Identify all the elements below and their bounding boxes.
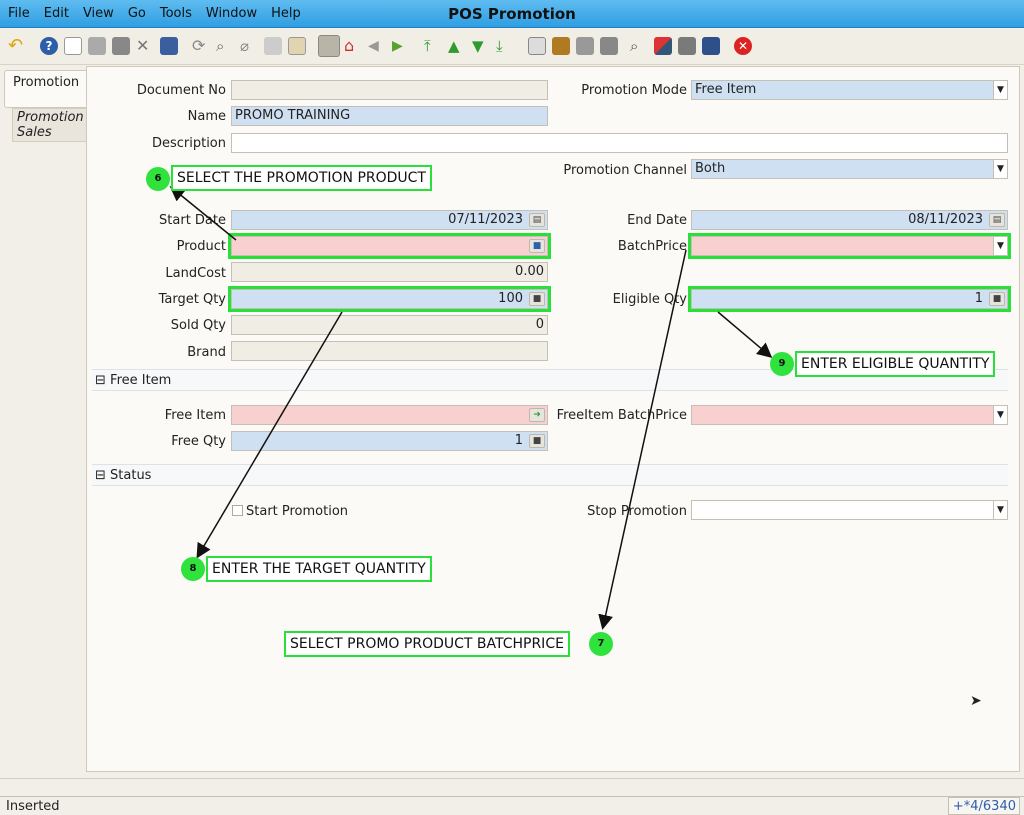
status-message: Inserted xyxy=(6,799,60,814)
status-bar-top xyxy=(0,778,1024,794)
callout-7-text: SELECT PROMO PRODUCT BATCHPRICE xyxy=(284,631,570,657)
record-indicator[interactable]: +*4/6340 xyxy=(948,797,1020,815)
callout-8-text: ENTER THE TARGET QUANTITY xyxy=(206,556,432,582)
arrow-7 xyxy=(598,249,687,630)
mouse-cursor-icon: ➤ xyxy=(970,693,982,709)
annotation-arrows xyxy=(169,186,773,630)
callout-6-text: SELECT THE PROMOTION PRODUCT xyxy=(171,165,432,191)
callout-6-number: 6 xyxy=(146,167,170,191)
callout-8-number: 8 xyxy=(181,557,205,581)
arrow-8 xyxy=(196,311,343,559)
arrow-6 xyxy=(169,186,237,241)
callout-9-text: ENTER ELIGIBLE QUANTITY xyxy=(795,351,996,377)
callout-7-number: 7 xyxy=(589,632,613,656)
status-bar: Inserted +*4/6340 xyxy=(0,796,1024,815)
callout-9-number: 9 xyxy=(770,352,794,376)
arrow-9 xyxy=(717,311,773,358)
